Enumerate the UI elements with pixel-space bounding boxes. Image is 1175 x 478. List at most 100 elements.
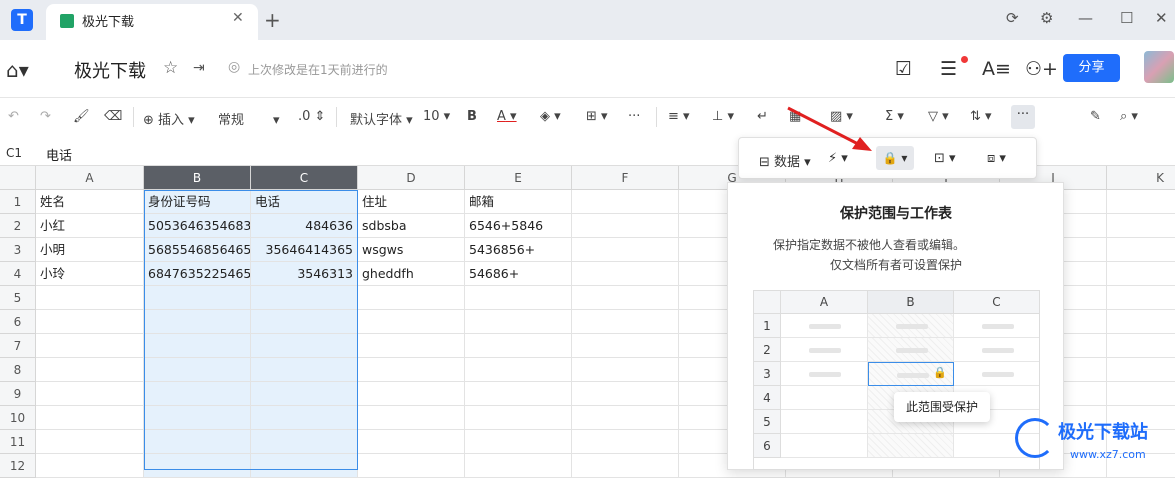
vertical-align-icon[interactable]: ⊥ ▾ (712, 109, 734, 124)
cell[interactable]: 6546+5846 (465, 214, 572, 238)
cell[interactable] (251, 382, 358, 406)
row-header-2[interactable]: 2 (0, 214, 36, 238)
cell[interactable] (358, 358, 465, 382)
column-header-b[interactable]: B (144, 166, 251, 190)
cell[interactable] (1107, 334, 1175, 358)
avatar[interactable] (1144, 51, 1174, 83)
number-format-select[interactable]: 常规 ▾ (218, 109, 279, 128)
cell[interactable] (1107, 286, 1175, 310)
add-user-icon[interactable]: ⚇+ (1025, 58, 1058, 80)
cell[interactable] (1107, 238, 1175, 262)
cell[interactable] (251, 406, 358, 430)
cell[interactable] (358, 430, 465, 454)
cell[interactable] (36, 358, 144, 382)
cell[interactable] (358, 454, 465, 478)
cell[interactable]: 5436856+ (465, 238, 572, 262)
share-button[interactable]: 分享 (1063, 54, 1120, 82)
cell[interactable] (572, 454, 679, 478)
cell[interactable] (144, 286, 251, 310)
sort-icon[interactable]: ⇅ ▾ (970, 109, 992, 124)
cell[interactable] (358, 334, 465, 358)
cell[interactable] (251, 334, 358, 358)
cell[interactable] (572, 214, 679, 238)
cell[interactable]: 小明 (36, 238, 144, 262)
cell[interactable] (358, 406, 465, 430)
home-icon[interactable]: ⌂▾ (6, 58, 29, 82)
cell[interactable] (144, 334, 251, 358)
cell[interactable]: 小玲 (36, 262, 144, 286)
cell[interactable] (465, 406, 572, 430)
row-header-11[interactable]: 11 (0, 430, 36, 454)
cell[interactable]: 68476352254656 (144, 262, 251, 286)
column-header-e[interactable]: E (465, 166, 572, 190)
cell[interactable]: 3546313 (251, 262, 358, 286)
bold-button[interactable]: B (467, 109, 477, 124)
cell[interactable]: 电话 (251, 190, 358, 214)
cell[interactable] (1107, 310, 1175, 334)
eraser-icon[interactable]: ⌫ (104, 109, 122, 124)
refresh-icon[interactable]: ⟳ (1006, 9, 1019, 27)
cell[interactable]: 小红 (36, 214, 144, 238)
cell[interactable]: gheddfh (358, 262, 465, 286)
cell[interactable]: 56855468564656 (144, 238, 251, 262)
document-title[interactable]: 极光下载 (74, 57, 146, 83)
automation-icon[interactable]: ⚡ ▾ (828, 151, 848, 166)
cell[interactable] (36, 406, 144, 430)
row-header-5[interactable]: 5 (0, 286, 36, 310)
cell[interactable] (1107, 382, 1175, 406)
cell[interactable]: 50536463546833 (144, 214, 251, 238)
row-header-9[interactable]: 9 (0, 382, 36, 406)
cell[interactable] (572, 262, 679, 286)
star-icon[interactable]: ☆ (163, 58, 178, 78)
column-header-a[interactable]: A (36, 166, 144, 190)
merge-cells-icon[interactable]: ▦ (789, 109, 801, 124)
cell[interactable] (36, 334, 144, 358)
wrap-text-icon[interactable]: ↵ (757, 109, 768, 124)
cell[interactable]: 姓名 (36, 190, 144, 214)
row-header-4[interactable]: 4 (0, 262, 36, 286)
cell[interactable] (465, 454, 572, 478)
plugin-icon[interactable]: ⧈ ▾ (987, 151, 1006, 166)
tab-close-icon[interactable]: ✕ (232, 10, 244, 26)
cell[interactable]: 484636 (251, 214, 358, 238)
cell[interactable]: 身份证号码 (144, 190, 251, 214)
insert-button[interactable]: ⊕ 插入 ▾ (143, 109, 195, 128)
more-toolbar-button[interactable]: ··· (1011, 105, 1035, 129)
cell[interactable] (572, 430, 679, 454)
cell[interactable] (144, 406, 251, 430)
cell[interactable] (465, 310, 572, 334)
form-icon[interactable]: ⊡ ▾ (934, 151, 956, 166)
cell[interactable]: 54686+ (465, 262, 572, 286)
align-left-icon[interactable]: ≡ ▾ (668, 109, 690, 124)
document-tab[interactable] (46, 4, 258, 40)
row-header-7[interactable]: 7 (0, 334, 36, 358)
cell[interactable] (144, 430, 251, 454)
cell[interactable] (572, 310, 679, 334)
maximize-icon[interactable]: ☐ (1120, 9, 1133, 27)
menu-icon[interactable]: ☰ (940, 58, 957, 80)
row-header-6[interactable]: 6 (0, 310, 36, 334)
format-painter-icon[interactable]: 🖌 (73, 109, 90, 124)
cell[interactable]: 邮箱 (465, 190, 572, 214)
cell[interactable] (251, 430, 358, 454)
column-header-f[interactable]: F (572, 166, 679, 190)
cell[interactable] (251, 286, 358, 310)
cell[interactable] (36, 430, 144, 454)
cell[interactable] (358, 286, 465, 310)
decimal-stepper[interactable]: .0 ⇕ (298, 109, 325, 124)
sum-icon[interactable]: Σ ▾ (885, 109, 904, 124)
close-window-icon[interactable]: ✕ (1155, 9, 1168, 27)
cell[interactable] (572, 286, 679, 310)
cell[interactable] (465, 382, 572, 406)
cell[interactable] (144, 358, 251, 382)
cell[interactable] (465, 286, 572, 310)
select-all-corner[interactable] (0, 166, 36, 190)
cell[interactable] (572, 406, 679, 430)
app-logo-icon[interactable]: T (11, 9, 33, 31)
cell[interactable] (572, 334, 679, 358)
formula-input[interactable]: 电话 (46, 145, 72, 164)
cell[interactable] (251, 358, 358, 382)
row-header-1[interactable]: 1 (0, 190, 36, 214)
undo-icon[interactable]: ↶ (8, 109, 19, 124)
cell[interactable] (358, 310, 465, 334)
